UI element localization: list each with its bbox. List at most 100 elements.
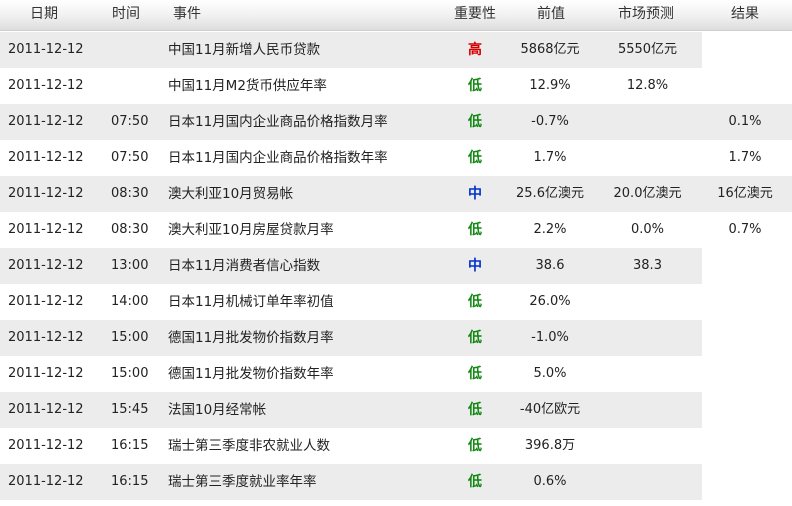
event-cell: 日本11月机械订单年率初值 (168, 294, 334, 310)
date-cell: 2011-12-12 (8, 294, 84, 309)
event-cell: 中国11月M2货币供应年率 (168, 78, 327, 94)
event-cell: 日本11月消费者信心指数 (168, 258, 321, 274)
forecast-cell (600, 320, 695, 356)
importance-cell: 低 (468, 474, 482, 490)
time-cell: 07:50 (111, 114, 149, 129)
result-cell (700, 356, 790, 392)
table-row[interactable]: 2011-12-12 16:15 瑞士第三季度非农就业人数 低 396.8万 (0, 428, 792, 464)
previous-value-cell: -1.0% (531, 330, 569, 345)
forecast-cell: 0.0% (630, 222, 665, 237)
previous-value-cell: 5868亿元 (520, 42, 580, 57)
header-date[interactable]: 日期 (30, 0, 58, 30)
time-cell: 15:45 (111, 402, 149, 417)
header-importance[interactable]: 重要性 (454, 0, 496, 30)
time-cell: 16:15 (111, 474, 149, 489)
date-cell: 2011-12-12 (8, 114, 84, 129)
result-cell (700, 320, 790, 356)
forecast-cell: 20.0亿澳元 (613, 186, 682, 201)
previous-value-cell: 2.2% (533, 222, 567, 237)
table-row[interactable]: 2011-12-12 中国11月新增人民币贷款 高 5868亿元 5550亿元 (0, 32, 792, 68)
header-forecast[interactable]: 市场预测 (618, 0, 674, 30)
event-cell: 法国10月经常帐 (168, 402, 267, 418)
forecast-cell (600, 356, 695, 392)
time-cell: 08:30 (111, 186, 149, 201)
date-cell: 2011-12-12 (8, 438, 84, 453)
previous-value-cell: 25.6亿澳元 (516, 186, 584, 201)
result-cell (700, 428, 790, 464)
previous-value-cell: 38.6 (535, 258, 565, 273)
importance-cell: 低 (468, 294, 482, 310)
previous-value-cell: 396.8万 (524, 438, 576, 453)
time-cell: 16:15 (111, 438, 149, 453)
table-row[interactable]: 2011-12-12 15:00 德国11月批发物价指数年率 低 5.0% (0, 356, 792, 392)
header-previous[interactable]: 前值 (537, 0, 565, 30)
header-time[interactable]: 时间 (112, 0, 140, 30)
time-cell: 15:00 (111, 366, 149, 381)
time-cell: 13:00 (111, 258, 149, 273)
table-row[interactable]: 2011-12-12 08:30 澳大利亚10月房屋贷款月率 低 2.2% 0.0% 0.7… (0, 212, 792, 248)
result-cell (700, 248, 790, 284)
time-cell: 15:00 (111, 330, 149, 345)
time-cell: 07:50 (111, 150, 149, 165)
table-row[interactable]: 2011-12-12 07:50 日本11月国内企业商品价格指数年率 低 1.7% 1.7… (0, 140, 792, 176)
previous-value-cell: 1.7% (533, 150, 567, 165)
forecast-cell (600, 464, 695, 500)
calendar-table: 日期 时间 事件 重要性 前值 市场预测 结果 2011-12-12 中国11月新… (0, 0, 792, 506)
date-cell: 2011-12-12 (8, 186, 84, 201)
event-cell: 德国11月批发物价指数年率 (168, 366, 334, 382)
importance-cell: 低 (468, 222, 482, 238)
importance-cell: 低 (468, 330, 482, 346)
result-cell (700, 32, 790, 68)
event-cell: 日本11月国内企业商品价格指数年率 (168, 150, 388, 166)
importance-cell: 低 (468, 402, 482, 418)
forecast-cell (600, 392, 695, 428)
time-cell: 08:30 (111, 222, 149, 237)
forecast-cell: 5550亿元 (617, 42, 678, 57)
result-cell (700, 392, 790, 428)
forecast-cell (600, 140, 695, 176)
event-cell: 瑞士第三季度就业率年率 (168, 474, 317, 490)
event-cell: 中国11月新增人民币贷款 (168, 42, 321, 58)
table-row[interactable]: 2011-12-12 07:50 日本11月国内企业商品价格指数月率 低 -0.7% 0.… (0, 104, 792, 140)
result-cell: 1.7% (728, 150, 762, 165)
forecast-cell: 12.8% (626, 78, 669, 93)
date-cell: 2011-12-12 (8, 366, 84, 381)
header-result[interactable]: 结果 (731, 0, 759, 30)
date-cell: 2011-12-12 (8, 222, 84, 237)
importance-cell: 中 (468, 186, 482, 202)
event-cell: 瑞士第三季度非农就业人数 (168, 438, 330, 454)
table-row[interactable]: 2011-12-12 中国11月M2货币供应年率 低 12.9% 12.8% (0, 68, 792, 104)
event-cell: 德国11月批发物价指数月率 (168, 330, 334, 346)
previous-value-cell: -40亿欧元 (519, 402, 581, 417)
table-header: 日期 时间 事件 重要性 前值 市场预测 结果 (0, 0, 792, 31)
importance-cell: 高 (468, 42, 482, 58)
forecast-cell: 38.3 (633, 258, 662, 273)
result-cell (700, 68, 790, 104)
result-cell (700, 284, 790, 320)
previous-value-cell: 5.0% (533, 366, 567, 381)
result-cell: 0.7% (728, 222, 762, 237)
date-cell: 2011-12-12 (8, 330, 84, 345)
date-cell: 2011-12-12 (8, 150, 84, 165)
table-row[interactable]: 2011-12-12 16:15 瑞士第三季度就业率年率 低 0.6% (0, 464, 792, 500)
header-event[interactable]: 事件 (173, 0, 201, 30)
event-cell: 澳大利亚10月房屋贷款月率 (168, 222, 334, 238)
importance-cell: 中 (468, 258, 482, 274)
date-cell: 2011-12-12 (8, 42, 84, 57)
result-cell (700, 464, 790, 500)
table-row[interactable]: 2011-12-12 14:00 日本11月机械订单年率初值 低 26.0% (0, 284, 792, 320)
previous-value-cell: -0.7% (531, 114, 569, 129)
time-cell: 14:00 (111, 294, 149, 309)
previous-value-cell: 0.6% (533, 474, 567, 489)
date-cell: 2011-12-12 (8, 402, 84, 417)
importance-cell: 低 (468, 438, 482, 454)
table-row[interactable]: 2011-12-12 15:00 德国11月批发物价指数月率 低 -1.0% (0, 320, 792, 356)
table-row[interactable]: 2011-12-12 15:45 法国10月经常帐 低 -40亿欧元 (0, 392, 792, 428)
date-cell: 2011-12-12 (8, 474, 84, 489)
result-cell: 0.1% (728, 114, 762, 129)
table-row[interactable]: 2011-12-12 13:00 日本11月消费者信心指数 中 38.6 38.3 (0, 248, 792, 284)
date-cell: 2011-12-12 (8, 258, 84, 273)
forecast-cell (600, 428, 695, 464)
table-row[interactable]: 2011-12-12 08:30 澳大利亚10月贸易帐 中 25.6亿澳元 20.0亿澳元… (0, 176, 792, 212)
importance-cell: 低 (468, 366, 482, 382)
